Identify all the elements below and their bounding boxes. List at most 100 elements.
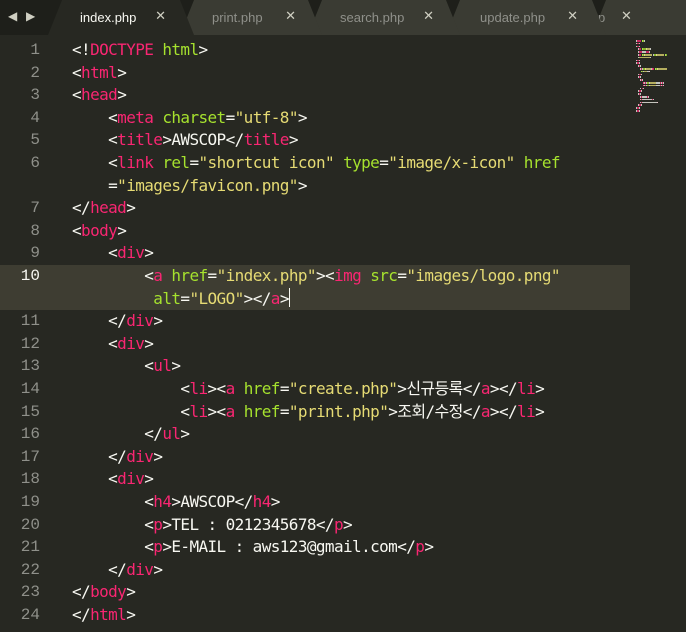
attribute-value: "shortcut icon" (198, 153, 335, 172)
code-line[interactable]: </body> (72, 581, 136, 604)
attribute-name: charset (162, 107, 226, 127)
code-line[interactable]: <div> (72, 242, 154, 265)
code-line[interactable]: <body> (72, 220, 127, 243)
tag-name: html (81, 62, 118, 82)
code-text: <! (72, 40, 91, 59)
tab-p[interactable]: p ✕ (592, 0, 686, 35)
tab-print[interactable]: print.php ✕ (180, 0, 322, 35)
code-line[interactable]: <a href="index.php"><img src="images/log… (72, 265, 560, 288)
attribute-name: rel (162, 153, 190, 172)
forward-arrow-icon[interactable]: ▶ (26, 9, 35, 23)
minimap-stroke (638, 56, 650, 59)
code-line[interactable]: <div> (72, 333, 154, 356)
minimap-stroke (657, 68, 667, 70)
code-line[interactable]: <link rel="shortcut icon" type="image/x-… (72, 152, 560, 175)
minimap-stroke (640, 65, 641, 67)
close-icon[interactable]: ✕ (621, 9, 632, 24)
code-text: > (126, 605, 136, 624)
close-icon[interactable]: ✕ (423, 9, 434, 24)
code-line[interactable]: <p>TEL : 0212345678</p> (72, 514, 352, 537)
minimap-stroke (639, 107, 640, 109)
close-icon[interactable]: ✕ (285, 9, 296, 24)
code-text: </ (72, 605, 91, 624)
code-line[interactable]: </div> (72, 446, 163, 469)
code-line[interactable]: </ul> (72, 423, 190, 446)
tag-name: li (517, 379, 536, 398)
code-line[interactable]: ="images/favicon.png"> (72, 175, 307, 198)
attribute-name: href (243, 379, 281, 398)
line-number: 5 (30, 131, 40, 150)
code-line[interactable]: <div> (72, 468, 154, 491)
tab-update[interactable]: update.php ✕ (446, 0, 606, 35)
attribute-value: "LOGO" (189, 288, 244, 308)
code-line[interactable]: <title>AWSCOP</title> (72, 129, 298, 152)
tab-index[interactable]: index.php ✕ (48, 0, 194, 35)
tag-name: body (81, 220, 118, 240)
minimap-stroke (657, 101, 658, 104)
code-text: > (126, 198, 136, 218)
tag-name: div (126, 311, 154, 331)
tab-navigation: ◀ ▶ (0, 0, 48, 35)
tag-name: div (126, 559, 154, 579)
code-text: > (126, 582, 136, 602)
minimap-stroke (648, 96, 649, 98)
line-number: 8 (30, 221, 40, 240)
code-line[interactable]: <!DOCTYPE html> (72, 39, 208, 62)
line-number: 7 (30, 199, 40, 218)
code-line[interactable]: <p>E-MAIL : aws123@gmail.com</p> (72, 536, 434, 559)
line-number: 21 (20, 538, 40, 557)
code-text: > (117, 85, 127, 105)
tab-search[interactable]: search.php ✕ (308, 0, 460, 35)
line-number: 18 (20, 470, 40, 489)
tag-name: p (153, 514, 163, 534)
minimap[interactable] (630, 35, 686, 115)
close-icon[interactable]: ✕ (567, 9, 578, 24)
line-number: 23 (20, 583, 40, 602)
line-number: 19 (20, 493, 40, 511)
code-line[interactable]: <h4>AWSCOP</h4> (72, 491, 280, 514)
back-arrow-icon[interactable]: ◀ (8, 9, 17, 23)
code-text: = (279, 401, 290, 421)
code-text: < (72, 243, 118, 263)
code-text: >< (207, 379, 227, 398)
code-line[interactable]: </head> (72, 197, 136, 220)
code-text: >AWSCOP</ (171, 492, 253, 511)
attribute-value: "create.php" (288, 379, 398, 398)
attribute-value: "image/x-icon" (388, 153, 515, 172)
code-text: ></ (489, 379, 518, 398)
minimap-stroke (637, 40, 641, 42)
code-line[interactable]: <li><a href="create.php">신규등록</a></li> (72, 378, 544, 401)
minimap-stroke (639, 110, 640, 112)
code-text: < (72, 333, 118, 353)
close-icon[interactable]: ✕ (155, 9, 166, 24)
code-line[interactable]: alt="LOGO"></a> (72, 287, 290, 311)
tag-name: div (117, 333, 145, 353)
line-number: 2 (30, 63, 40, 82)
attribute-value: "utf-8" (234, 107, 299, 127)
line-number: 12 (20, 334, 40, 353)
code-line[interactable]: <li><a href="print.php">조회/수정</a></li> (72, 401, 544, 424)
code-text: < (72, 130, 118, 150)
code-text: < (72, 266, 154, 285)
code-line[interactable]: <head> (72, 84, 127, 107)
minimap-stroke (639, 59, 640, 62)
code-line[interactable]: </div> (72, 310, 163, 333)
code-text: > (270, 492, 281, 511)
code-line[interactable]: </html> (72, 604, 136, 627)
tag-name: div (117, 469, 145, 489)
code-editor[interactable]: 1 <!DOCTYPE html> 2 <html> 3 <head> 4 <meta ch… (0, 35, 686, 632)
code-line[interactable]: <meta charset="utf-8"> (72, 107, 307, 130)
code-line[interactable]: <html> (72, 62, 127, 85)
code-text: > (288, 130, 299, 150)
code-text: < (72, 85, 82, 105)
code-line[interactable]: </div> (72, 559, 163, 582)
code-text: </ (72, 424, 163, 444)
code-text: > (279, 288, 290, 308)
code-line[interactable]: <ul> (72, 355, 181, 378)
attribute-name: src (370, 266, 398, 285)
code-text: > (117, 62, 127, 82)
line-number: 17 (20, 447, 40, 466)
